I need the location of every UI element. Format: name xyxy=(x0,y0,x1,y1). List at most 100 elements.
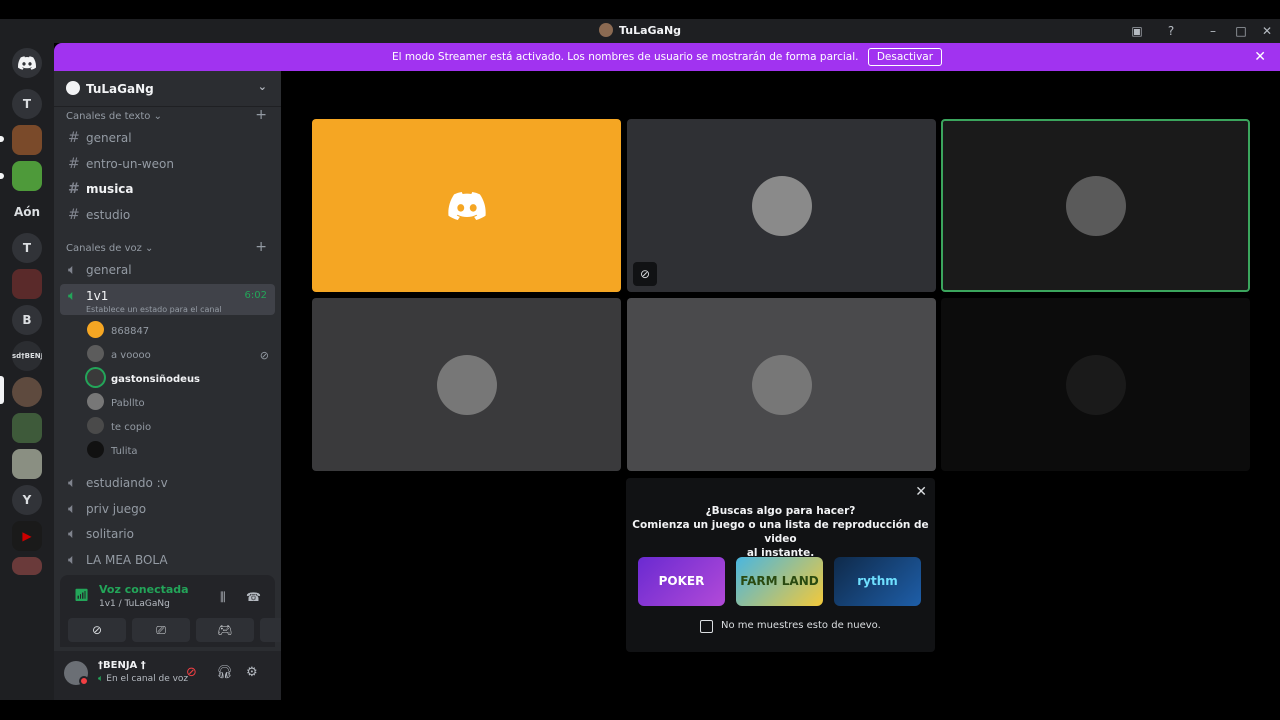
user-name[interactable]: †BENJA † xyxy=(98,660,146,671)
voice-user[interactable]: gastonsiñodeus xyxy=(87,369,277,391)
server-avatar-3[interactable] xyxy=(12,269,42,299)
close-window-icon[interactable]: ✕ xyxy=(1258,22,1276,40)
voice-state[interactable]: Voz conectada xyxy=(99,583,189,596)
channel-status[interactable]: Establece un estado para el canal xyxy=(86,304,222,316)
participant-tile[interactable] xyxy=(312,119,621,292)
voice-channel-priv-juego[interactable]: 🔈︎ priv juego xyxy=(60,497,275,521)
voice-user[interactable]: te copio xyxy=(87,417,277,439)
channel-label: entro-un-weon xyxy=(86,157,174,171)
voice-user[interactable]: Pabllto xyxy=(87,393,277,415)
voice-user[interactable]: a voooo ⊘ xyxy=(87,345,277,367)
dont-show-again-checkbox[interactable] xyxy=(700,620,713,633)
title-bar: TuLaGaNg ▣ ? – □ ✕ xyxy=(0,19,1280,43)
user-status: 🔈︎ En el canal de voz xyxy=(98,674,188,684)
user-panel: †BENJA † 🔈︎ En el canal de voz ⊘ 🎧︎ ⚙ xyxy=(54,651,281,700)
server-t1[interactable]: T xyxy=(12,89,42,119)
server-t2[interactable]: T xyxy=(12,233,42,263)
channel-label: estudio xyxy=(86,208,131,222)
voice-user[interactable]: Tulita xyxy=(87,441,277,463)
channel-label: general xyxy=(86,131,132,145)
channel-label: LA MEA BOLA xyxy=(86,553,168,567)
signal-icon[interactable]: 📶︎ xyxy=(74,588,89,602)
voice-user-name: Tulita xyxy=(111,446,138,457)
avatar xyxy=(87,417,104,434)
headphones-icon[interactable]: 🎧︎ xyxy=(216,665,233,680)
chevron-down-icon: ⌄ xyxy=(257,80,267,93)
server-avatar-5[interactable] xyxy=(12,449,42,479)
participant-tile[interactable] xyxy=(627,298,936,471)
settings-gear-icon[interactable]: ⚙ xyxy=(246,665,258,680)
server-benja[interactable]: sd†BENJA xyxy=(12,341,42,371)
text-channel-entro-un-weon[interactable]: # entro-un-weon xyxy=(60,152,275,176)
window-title-text: TuLaGaNg xyxy=(618,24,682,37)
camera-off-icon: ⊘ xyxy=(91,623,103,637)
channel-label: general xyxy=(86,263,132,277)
playstation-server-icon[interactable]: ▶ xyxy=(12,521,42,551)
server-avatar-4[interactable] xyxy=(12,413,42,443)
category-voice[interactable]: Canales de voz ⌄ xyxy=(66,243,153,254)
server-avatar-1[interactable] xyxy=(12,125,42,155)
text-channel-estudio[interactable]: # estudio xyxy=(60,203,275,227)
server-avatar-2[interactable] xyxy=(12,161,42,191)
noise-suppression-icon[interactable]: ⫼ xyxy=(220,590,226,605)
maximize-icon[interactable]: □ xyxy=(1232,22,1250,40)
category-text[interactable]: Canales de texto ⌄ xyxy=(66,111,162,122)
help-icon[interactable]: ? xyxy=(1162,22,1180,40)
deactivate-streamer-button[interactable]: Desactivar xyxy=(867,48,943,66)
voice-channel-general[interactable]: 🔈︎ general xyxy=(60,258,275,282)
voice-channel-estudiando[interactable]: 🔈︎ estudiando :v xyxy=(60,471,275,495)
text-channel-musica[interactable]: # musica xyxy=(60,177,275,201)
server-y[interactable]: Y xyxy=(12,485,42,515)
avatar xyxy=(87,393,104,410)
close-icon[interactable]: ✕ xyxy=(915,484,927,500)
screen-share-button[interactable]: ⎚ xyxy=(132,618,190,642)
dont-show-again-label[interactable]: No me muestres esto de nuevo. xyxy=(721,620,881,631)
disconnect-icon[interactable]: ☎︎ xyxy=(246,590,261,604)
speaker-icon: 🔈︎ xyxy=(68,288,77,304)
camera-off-button[interactable]: ⊘ xyxy=(68,618,126,642)
minimize-icon[interactable]: – xyxy=(1204,22,1222,40)
voice-connection-panel: 📶︎ Voz conectada 1v1 / TuLaGaNg ⫼ ☎︎ ⊘ ⎚… xyxy=(60,575,318,647)
text-channel-general[interactable]: # general xyxy=(60,126,275,150)
add-text-channel-icon[interactable]: + xyxy=(255,107,267,123)
activities-button[interactable]: 🎮︎ xyxy=(196,618,254,642)
server-avatar-6[interactable] xyxy=(12,557,42,575)
voice-user[interactable]: 868847 xyxy=(87,321,277,343)
voice-location[interactable]: 1v1 / TuLaGaNg xyxy=(99,599,170,609)
activity-poker-night[interactable]: POKER xyxy=(638,557,725,606)
server-aon[interactable]: Aón xyxy=(12,197,42,227)
server-rail: T Aón T B sd†BENJA Y ▶ xyxy=(0,43,54,700)
server-b[interactable]: B xyxy=(12,305,42,335)
participant-tile[interactable]: ⊘ xyxy=(627,119,936,292)
hash-icon: # xyxy=(68,207,80,223)
activity-rythm[interactable]: rythm xyxy=(834,557,921,606)
channel-label: musica xyxy=(86,182,134,196)
server-avatar-current[interactable] xyxy=(12,377,42,407)
banner-message: El modo Streamer está activado. Los nomb… xyxy=(391,51,859,63)
gamepad-icon: 🎮︎ xyxy=(217,623,233,637)
mic-muted-icon[interactable]: ⊘ xyxy=(186,665,197,680)
voice-channel-la-mea-bola[interactable]: 🔈︎ LA MEA BOLA xyxy=(60,548,275,572)
activity-farm-land[interactable]: FARM LAND xyxy=(736,557,823,606)
discord-home-icon[interactable] xyxy=(12,48,42,78)
activity-suggestion-card: ✕ ¿Buscas algo para hacer? Comienza un j… xyxy=(626,478,935,652)
participant-tile[interactable] xyxy=(941,298,1250,471)
voice-user-name: gastonsiñodeus xyxy=(111,374,201,385)
voice-channel-1v1[interactable]: 🔈︎ 1v1 6:02 Establece un estado para el c… xyxy=(60,284,275,315)
add-voice-channel-icon[interactable]: + xyxy=(255,239,267,255)
voice-channel-solitario[interactable]: 🔈︎ solitario xyxy=(60,522,275,546)
close-icon[interactable]: ✕ xyxy=(1254,43,1266,71)
speaker-icon: 🔈︎ xyxy=(68,262,77,278)
voice-stage: ⊘ ✕ ¿Buscas algo para hacer? Comienza un… xyxy=(281,71,1280,700)
channel-sidebar: TuLaGaNg ⌄ Canales de texto ⌄ + # general… xyxy=(54,71,318,700)
streamer-mode-banner: El modo Streamer está activado. Los nomb… xyxy=(54,43,1280,71)
screen-share-icon: ⎚ xyxy=(156,623,166,637)
participant-tile[interactable] xyxy=(312,298,621,471)
guild-header[interactable]: TuLaGaNg ⌄ xyxy=(54,71,281,107)
speaker-icon: 🔈︎ xyxy=(68,501,77,517)
inbox-icon[interactable]: ▣ xyxy=(1128,22,1146,40)
call-timer: 6:02 xyxy=(244,290,267,301)
speaker-icon: 🔈︎ xyxy=(68,552,77,568)
participant-tile-speaking[interactable] xyxy=(941,119,1250,292)
mic-muted-icon: ⊘ xyxy=(633,262,657,286)
